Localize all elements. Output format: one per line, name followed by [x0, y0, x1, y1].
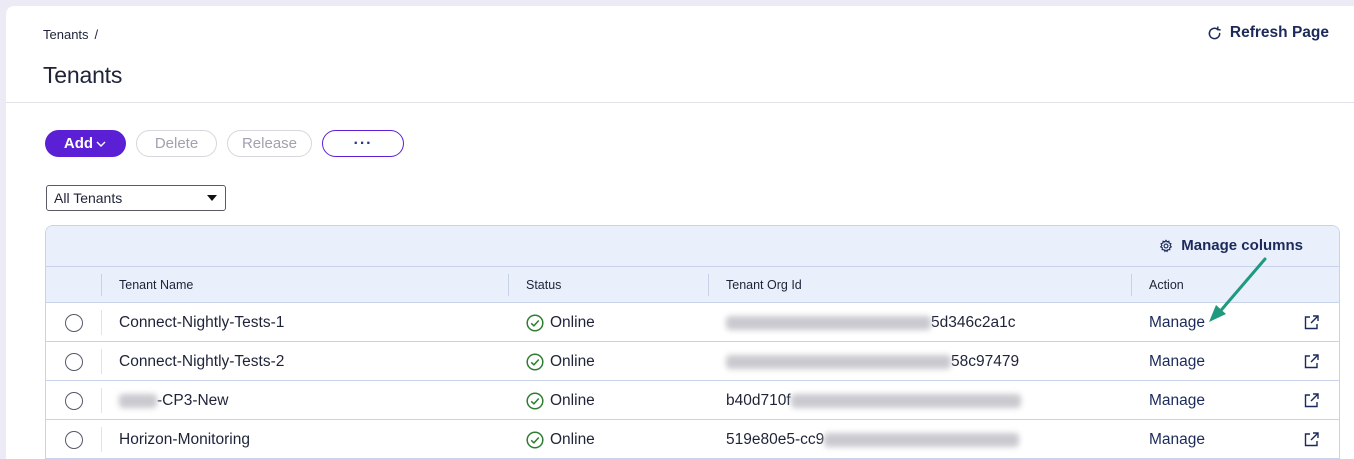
tenant-name: Connect-Nightly-Tests-2	[119, 352, 285, 370]
row-select-radio[interactable]	[65, 352, 83, 371]
open-external-button[interactable]	[1303, 303, 1320, 342]
external-link-icon	[1304, 432, 1319, 447]
check-circle-icon	[526, 352, 544, 371]
row-divider	[101, 388, 102, 413]
external-link-icon	[1304, 393, 1319, 408]
row-select-radio[interactable]	[65, 391, 83, 410]
breadcrumb-tenants[interactable]: Tenants	[43, 27, 89, 42]
redacted-text	[824, 432, 1020, 447]
status-cell: Online	[526, 303, 595, 342]
main-panel: Tenants / Tenants Refresh Page Add Delete…	[6, 6, 1354, 459]
manage-link[interactable]: Manage	[1149, 303, 1205, 342]
status-label: Online	[550, 430, 595, 448]
check-circle-icon	[526, 313, 544, 332]
tenant-org-id: 58c97479	[726, 342, 1019, 381]
column-header-tenant-org-id[interactable]: Tenant Org Id	[726, 267, 802, 303]
table-toolbar: Manage columns	[46, 226, 1339, 267]
row-divider	[101, 310, 102, 335]
toolbar: Add Delete Release ···	[45, 130, 404, 157]
open-external-button[interactable]	[1303, 381, 1320, 420]
redacted-text	[790, 393, 1021, 408]
manage-link[interactable]: Manage	[1149, 342, 1205, 381]
table-header: Tenant Name Status Tenant Org Id Action	[46, 267, 1339, 303]
refresh-page-label: Refresh Page	[1229, 24, 1329, 41]
org-id-suffix: 58c97479	[951, 352, 1020, 370]
table-row: Horizon-Monitoring Online 519e80e5-cc9 M…	[46, 420, 1339, 459]
column-header-action: Action	[1149, 278, 1184, 292]
refresh-page-button[interactable]: Refresh Page	[1207, 24, 1329, 42]
org-id-suffix: 5d346c2a1c	[931, 313, 1016, 331]
chevron-down-icon	[96, 141, 106, 147]
more-actions-button[interactable]: ···	[322, 130, 404, 157]
manage-link[interactable]: Manage	[1149, 420, 1205, 459]
check-circle-icon	[526, 391, 544, 410]
tenant-name: Horizon-Monitoring	[119, 430, 250, 448]
redacted-text	[119, 393, 157, 408]
row-divider	[101, 427, 102, 452]
tenant-org-id: b40d710f	[726, 381, 1021, 420]
tenant-name: -CP3-New	[119, 381, 228, 420]
check-circle-icon	[526, 430, 544, 449]
page-title: Tenants	[43, 62, 123, 88]
tenant-org-id: 519e80e5-cc9	[726, 420, 1020, 459]
tenant-filter-select[interactable]: All Tenants	[46, 185, 226, 211]
status-label: Online	[550, 313, 595, 331]
status-label: Online	[550, 391, 595, 409]
table-row: Connect-Nightly-Tests-2 Online 58c97479 …	[46, 342, 1339, 381]
open-external-button[interactable]	[1303, 420, 1320, 459]
caret-down-icon	[207, 195, 217, 201]
redacted-text	[726, 315, 931, 330]
redacted-text	[726, 354, 951, 369]
status-label: Online	[550, 352, 595, 370]
breadcrumb-separator: /	[94, 27, 99, 42]
column-divider	[1131, 274, 1132, 296]
column-divider	[708, 274, 709, 296]
org-id-prefix: 519e80e5-cc9	[726, 430, 825, 448]
row-select-radio[interactable]	[65, 430, 83, 449]
status-cell: Online	[526, 381, 595, 420]
column-header-status[interactable]: Status	[526, 267, 561, 303]
external-link-icon	[1304, 354, 1319, 369]
manage-columns-button[interactable]: Manage columns	[1159, 237, 1303, 254]
table-row: Connect-Nightly-Tests-1 Online 5d346c2a1…	[46, 303, 1339, 342]
manage-columns-label: Manage columns	[1181, 237, 1303, 254]
tenant-name-text: -CP3-New	[157, 391, 229, 409]
header-divider	[6, 102, 1354, 103]
table-row: -CP3-New Online b40d710f Manage	[46, 381, 1339, 420]
tenant-org-id: 5d346c2a1c	[726, 303, 1015, 342]
tenants-table: Manage columns Tenant Name Status Tenant…	[45, 225, 1340, 459]
add-label: Add	[63, 135, 94, 152]
column-divider	[508, 274, 509, 296]
release-button[interactable]: Release	[227, 130, 312, 157]
status-cell: Online	[526, 342, 595, 381]
status-cell: Online	[526, 420, 595, 459]
open-external-button[interactable]	[1303, 342, 1320, 381]
column-header-tenant-name[interactable]: Tenant Name	[119, 267, 193, 303]
org-id-prefix: b40d710f	[726, 391, 791, 409]
column-divider	[101, 274, 102, 296]
delete-button[interactable]: Delete	[136, 130, 217, 157]
tenant-name: Connect-Nightly-Tests-1	[119, 313, 285, 331]
breadcrumb: Tenants /	[43, 27, 98, 42]
gear-icon	[1160, 238, 1173, 252]
refresh-icon	[1208, 25, 1221, 39]
tenant-filter-value: All Tenants	[54, 190, 123, 206]
external-link-icon	[1304, 315, 1319, 330]
row-select-radio[interactable]	[65, 313, 83, 332]
row-divider	[101, 349, 102, 374]
add-button[interactable]: Add	[45, 130, 126, 157]
manage-link[interactable]: Manage	[1149, 381, 1205, 420]
